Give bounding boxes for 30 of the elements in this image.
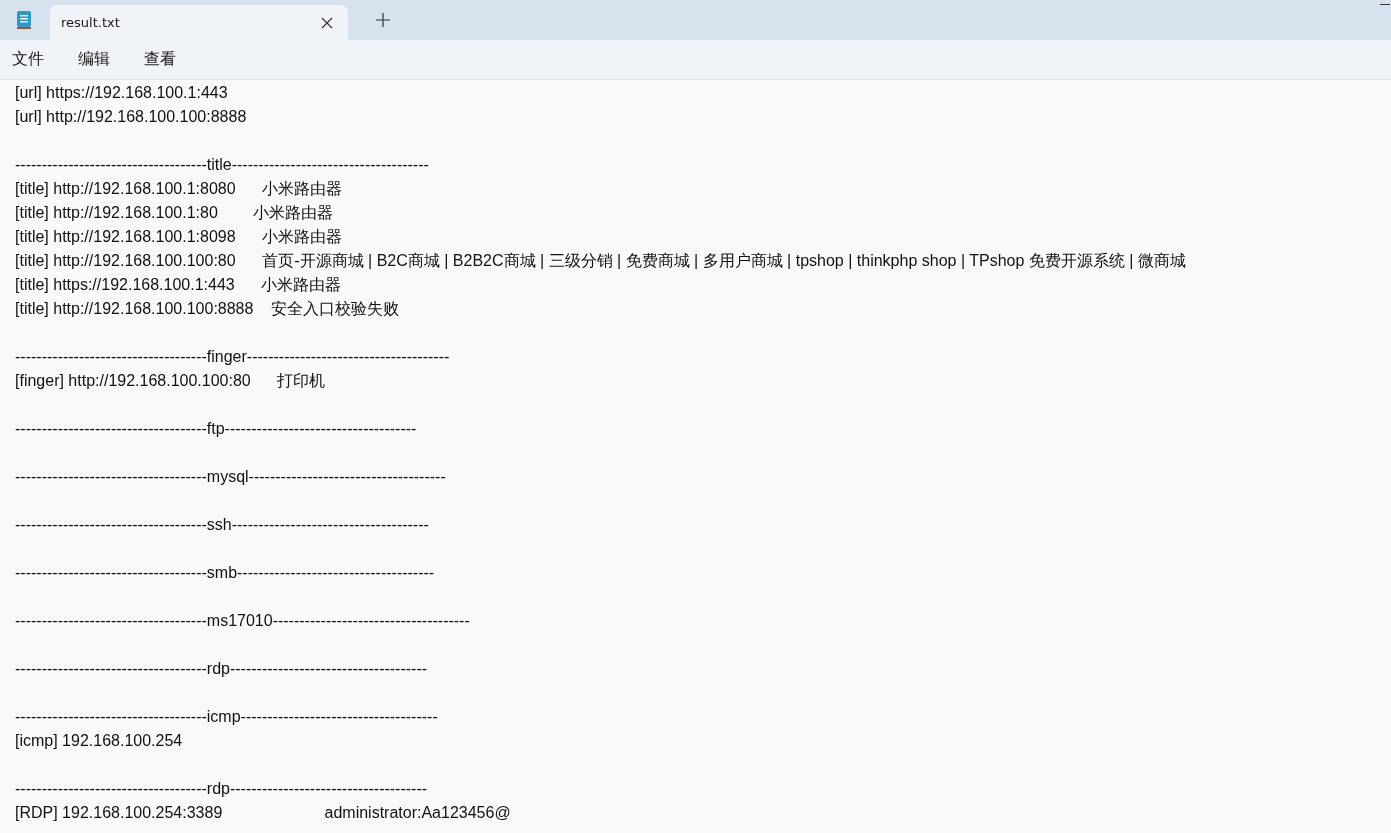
text-line: [title] http://192.168.100.100:80 首页-开源商城 | B2C商城 | B2B2C商城 | 三级分销 | 免费商城 | 多用户商城 | tpshop | thinkphp shop | TPshop 免费开源系统 | 微商城 <box>15 251 1187 271</box>
text-line: [title] http://192.168.100.1:8080 小米路由器 <box>15 179 344 199</box>
text-line: [RDP] 192.168.100.254:3389 administrator:Aa123456@ <box>15 803 512 823</box>
text-line: ------------------------------------ssh------------------------------------- <box>15 515 430 535</box>
text-line: ------------------------------------mysql------------------------------------- <box>15 467 447 487</box>
text-line: ------------------------------------ftp------------------------------------ <box>15 419 418 439</box>
notepad-icon <box>16 10 32 30</box>
file-tab[interactable]: result.txt <box>50 5 348 40</box>
close-icon[interactable] <box>321 16 333 29</box>
tab-title: result.txt <box>61 15 121 30</box>
text-line: ------------------------------------rdp------------------------------------- <box>15 779 429 799</box>
plus-icon[interactable] <box>376 13 390 27</box>
text-line: ------------------------------------finger-------------------------------------- <box>15 347 451 367</box>
text-line: ------------------------------------ms17010------------------------------------- <box>15 611 471 631</box>
text-line: ------------------------------------title------------------------------------- <box>15 155 430 175</box>
text-line: ------------------------------------rdp------------------------------------- <box>15 659 429 679</box>
text-line: [title] https://192.168.100.1:443 小米路由器 <box>15 275 343 295</box>
text-line: [url] https://192.168.100.1:443 <box>15 83 229 103</box>
text-line: [finger] http://192.168.100.100:80 打印机 <box>15 371 327 391</box>
text-line: [title] http://192.168.100.1:80 小米路由器 <box>15 203 335 223</box>
text-line: [icmp] 192.168.100.254 <box>15 731 184 751</box>
text-line: [url] http://192.168.100.100:8888 <box>15 107 248 127</box>
minimize-icon[interactable] <box>1380 4 1390 6</box>
text-line: [title] http://192.168.100.100:8888 安全入口校验失败 <box>15 299 401 319</box>
menu-item[interactable]: 编辑 <box>78 49 110 70</box>
menu-item[interactable]: 文件 <box>12 49 44 70</box>
text-line: ------------------------------------smb------------------------------------- <box>15 563 436 583</box>
text-line: ------------------------------------icmp------------------------------------- <box>15 707 439 727</box>
text-line: [title] http://192.168.100.1:8098 小米路由器 <box>15 227 344 247</box>
menu-item[interactable]: 查看 <box>144 49 176 70</box>
